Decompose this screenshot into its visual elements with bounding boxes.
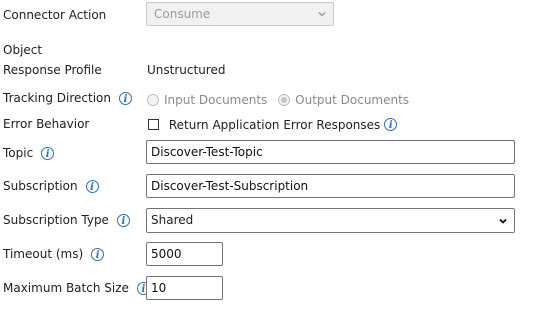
info-icon[interactable]: i <box>91 248 105 261</box>
response-profile-value: Unstructured <box>147 63 226 77</box>
subscription-type-value: Shared <box>151 213 194 227</box>
error-behavior-row: Return Application Error Responses i <box>148 116 398 133</box>
max-batch-label: Maximum Batch Size <box>3 281 129 295</box>
topic-row: Topic i <box>3 145 55 161</box>
subscription-label: Subscription <box>3 179 78 193</box>
info-icon[interactable]: i <box>116 214 130 227</box>
max-batch-input[interactable]: 10 <box>146 276 223 300</box>
output-documents-radio <box>278 93 291 106</box>
return-errors-checkbox[interactable] <box>148 119 159 130</box>
topic-label: Topic <box>3 146 34 160</box>
error-behavior-label: Error Behavior <box>3 117 90 131</box>
output-documents-label: Output Documents <box>295 92 410 107</box>
tracking-direction-row: Tracking Direction i <box>3 90 132 106</box>
connector-action-select: Consume <box>146 2 334 26</box>
max-batch-row: Maximum Batch Size i <box>3 280 150 296</box>
subscription-type-select[interactable]: Shared <box>146 208 515 233</box>
chevron-down-icon <box>318 11 326 17</box>
input-documents-radio <box>147 93 159 106</box>
response-profile-label: Response Profile <box>3 63 102 77</box>
tracking-direction-options: Input Documents Output Documents <box>147 91 409 108</box>
tracking-direction-label: Tracking Direction <box>3 91 111 105</box>
object-label: Object <box>3 43 43 57</box>
subscription-input[interactable]: Discover-Test-Subscription <box>146 174 515 198</box>
timeout-input[interactable]: 5000 <box>146 242 223 266</box>
info-icon[interactable]: i <box>118 92 132 105</box>
timeout-label: Timeout (ms) <box>3 247 84 261</box>
input-documents-label: Input Documents <box>164 92 268 107</box>
subscription-row: Subscription i <box>3 178 99 194</box>
chevron-down-icon <box>499 218 507 224</box>
timeout-row: Timeout (ms) i <box>3 246 105 262</box>
subscription-type-row: Subscription Type i <box>3 212 130 228</box>
connector-action-value: Consume <box>154 7 211 21</box>
info-icon[interactable]: i <box>41 147 55 160</box>
topic-input[interactable]: Discover-Test-Topic <box>146 140 515 164</box>
subscription-type-label: Subscription Type <box>3 213 109 227</box>
info-icon[interactable]: i <box>384 118 398 131</box>
return-errors-label: Return Application Error Responses <box>168 117 381 132</box>
connector-action-label: Connector Action <box>3 8 107 22</box>
info-icon[interactable]: i <box>85 180 99 193</box>
